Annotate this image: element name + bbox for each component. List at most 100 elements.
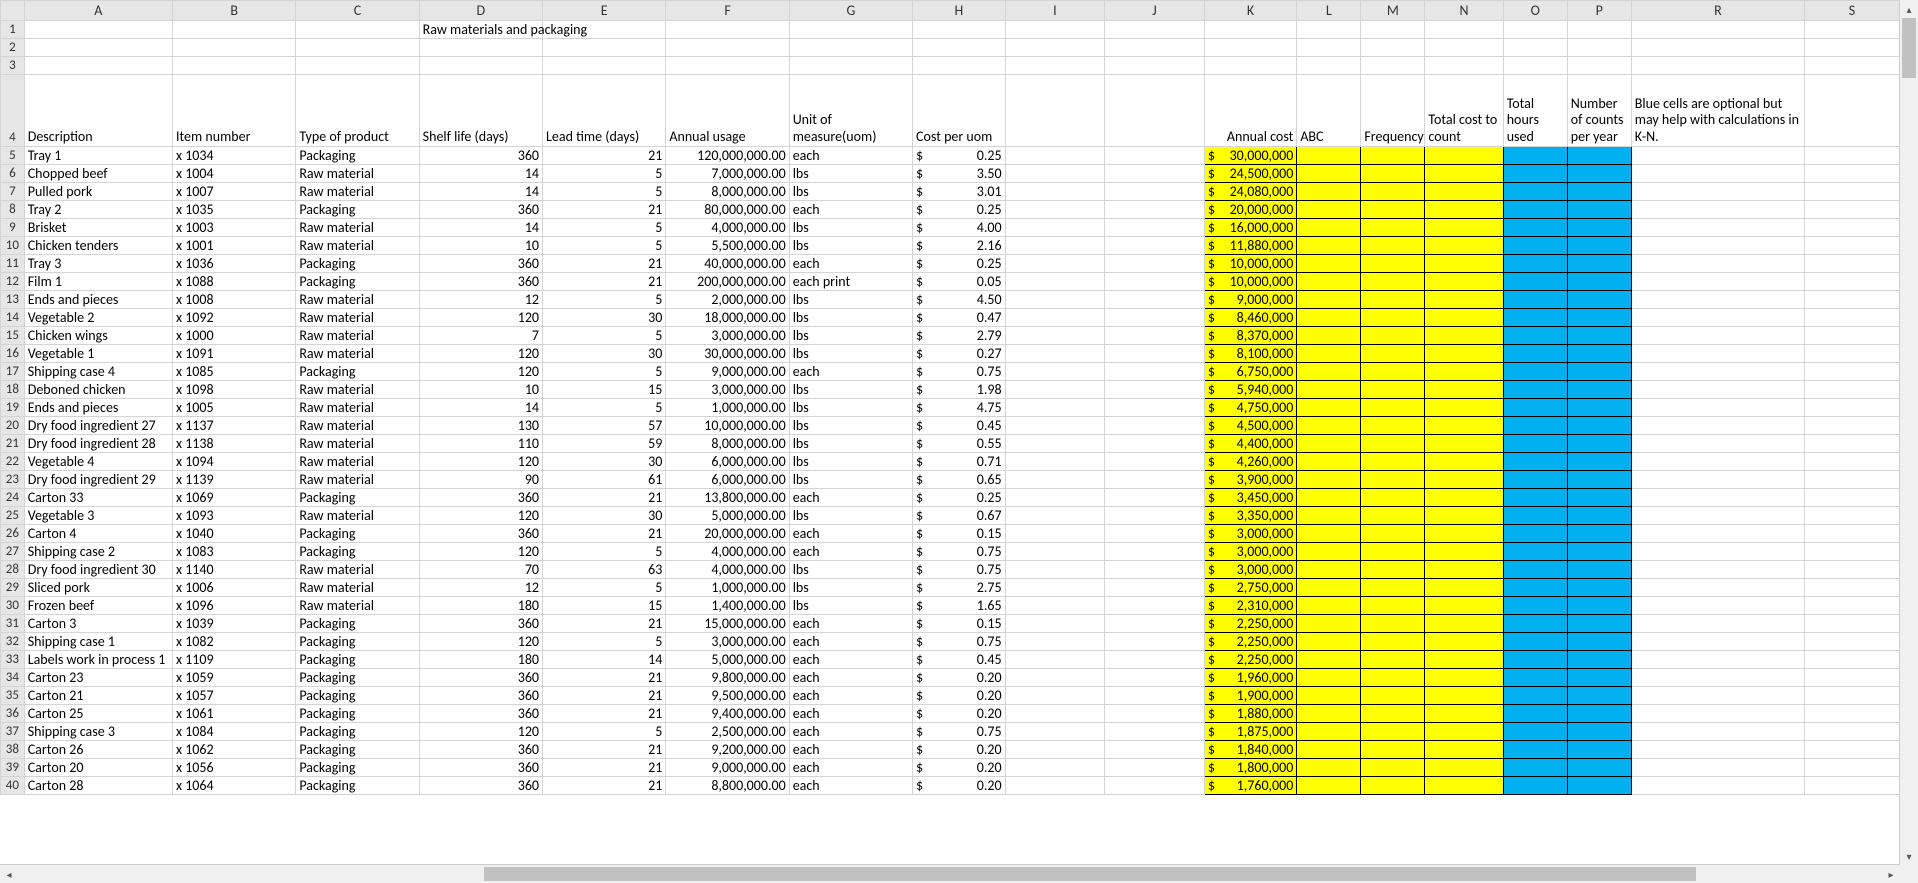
cell-abc[interactable] xyxy=(1297,237,1361,255)
cell-item-number[interactable]: x 1034 xyxy=(172,147,295,165)
cell-description[interactable]: Pulled pork xyxy=(24,183,172,201)
cell-abc[interactable] xyxy=(1297,219,1361,237)
cell-type[interactable]: Packaging xyxy=(296,147,419,165)
cell-item-number[interactable]: x 1007 xyxy=(172,183,295,201)
cell-J[interactable] xyxy=(1105,237,1205,255)
cell-lead-time[interactable]: 21 xyxy=(543,741,666,759)
cell[interactable] xyxy=(24,57,172,75)
cell-I[interactable] xyxy=(1005,399,1105,417)
cell-I[interactable] xyxy=(1005,759,1105,777)
cell-total-hours-used[interactable] xyxy=(1503,507,1567,525)
cell-annual-cost[interactable]: $4,400,000 xyxy=(1204,435,1297,453)
column-header-R[interactable]: R xyxy=(1631,1,1804,21)
cell-lead-time[interactable]: 21 xyxy=(543,201,666,219)
cell[interactable] xyxy=(913,39,1006,57)
cell-I[interactable] xyxy=(1005,597,1105,615)
cell-total-cost-to-count[interactable] xyxy=(1425,147,1503,165)
cell-lead-time[interactable]: 5 xyxy=(543,165,666,183)
cell-type[interactable]: Raw material xyxy=(296,507,419,525)
cell-S[interactable] xyxy=(1804,687,1899,705)
cell-cost-per-uom[interactable]: $3.01 xyxy=(913,183,1006,201)
cell-shelf-life[interactable]: 120 xyxy=(419,363,542,381)
cell-uom[interactable]: lbs xyxy=(789,579,912,597)
cell-R[interactable] xyxy=(1631,759,1804,777)
cell-S[interactable] xyxy=(1804,255,1899,273)
cell-counts-per-year[interactable] xyxy=(1567,471,1631,489)
cell-I[interactable] xyxy=(1005,453,1105,471)
cell-J[interactable] xyxy=(1105,147,1205,165)
cell-S[interactable] xyxy=(1804,669,1899,687)
cell-type[interactable]: Packaging xyxy=(296,273,419,291)
cell-annual-usage[interactable]: 3,000,000.00 xyxy=(666,633,789,651)
cell-total-cost-to-count[interactable] xyxy=(1425,777,1503,795)
cell-total-hours-used[interactable] xyxy=(1503,741,1567,759)
cell-uom[interactable]: each xyxy=(789,615,912,633)
cell-J[interactable] xyxy=(1105,417,1205,435)
cell-J[interactable] xyxy=(1105,255,1205,273)
cell-annual-usage[interactable]: 200,000,000.00 xyxy=(666,273,789,291)
cell-cost-per-uom[interactable]: $0.71 xyxy=(913,453,1006,471)
cell-total-hours-used[interactable] xyxy=(1503,183,1567,201)
column-header-K[interactable]: K xyxy=(1204,1,1297,21)
cell-lead-time[interactable]: 5 xyxy=(543,579,666,597)
cell-item-number[interactable]: x 1039 xyxy=(172,615,295,633)
cell-R[interactable] xyxy=(1631,777,1804,795)
cell-item-number[interactable]: x 1036 xyxy=(172,255,295,273)
cell-frequency[interactable] xyxy=(1361,165,1425,183)
cell-S[interactable] xyxy=(1804,723,1899,741)
cell-description[interactable]: Carton 3 xyxy=(24,615,172,633)
cell-uom[interactable]: each xyxy=(789,201,912,219)
cell-R[interactable] xyxy=(1631,705,1804,723)
cell-lead-time[interactable]: 21 xyxy=(543,147,666,165)
cell-uom[interactable]: each print xyxy=(789,273,912,291)
cell-S[interactable] xyxy=(1804,381,1899,399)
cell-shelf-life[interactable]: 360 xyxy=(419,255,542,273)
cell-annual-usage[interactable]: 9,400,000.00 xyxy=(666,705,789,723)
cell-annual-usage[interactable]: 40,000,000.00 xyxy=(666,255,789,273)
cell-description[interactable]: Deboned chicken xyxy=(24,381,172,399)
cell-frequency[interactable] xyxy=(1361,309,1425,327)
cell[interactable] xyxy=(1005,39,1105,57)
cell[interactable] xyxy=(1361,39,1425,57)
column-header-J[interactable]: J xyxy=(1105,1,1205,21)
cell-counts-per-year[interactable] xyxy=(1567,381,1631,399)
cell-total-hours-used[interactable] xyxy=(1503,255,1567,273)
cell-frequency[interactable] xyxy=(1361,147,1425,165)
cell-description[interactable]: Carton 25 xyxy=(24,705,172,723)
cell-counts-per-year[interactable] xyxy=(1567,165,1631,183)
cell-S[interactable] xyxy=(1804,633,1899,651)
cell-counts-per-year[interactable] xyxy=(1567,237,1631,255)
cell-annual-cost[interactable]: $3,900,000 xyxy=(1204,471,1297,489)
cell-I[interactable] xyxy=(1005,165,1105,183)
cell-R[interactable] xyxy=(1631,669,1804,687)
cell-I[interactable] xyxy=(1005,723,1105,741)
cell-item-number[interactable]: x 1001 xyxy=(172,237,295,255)
cell-counts-per-year[interactable] xyxy=(1567,255,1631,273)
cell-I[interactable] xyxy=(1005,705,1105,723)
cell-description[interactable]: Shipping case 3 xyxy=(24,723,172,741)
cell-lead-time[interactable]: 21 xyxy=(543,615,666,633)
cell-abc[interactable] xyxy=(1297,255,1361,273)
column-header-S[interactable]: S xyxy=(1804,1,1899,21)
cell-lead-time[interactable]: 21 xyxy=(543,705,666,723)
cell-R[interactable] xyxy=(1631,309,1804,327)
cell[interactable] xyxy=(1804,57,1899,75)
cell-R[interactable] xyxy=(1631,723,1804,741)
cell-S[interactable] xyxy=(1804,309,1899,327)
row-header-40[interactable]: 40 xyxy=(1,777,25,795)
cell-cost-per-uom[interactable]: $0.05 xyxy=(913,273,1006,291)
cell-shelf-life[interactable]: 360 xyxy=(419,147,542,165)
cell-cost-per-uom[interactable]: $0.45 xyxy=(913,417,1006,435)
cell-annual-usage[interactable]: 3,000,000.00 xyxy=(666,381,789,399)
cell-total-cost-to-count[interactable] xyxy=(1425,597,1503,615)
cell-cost-per-uom[interactable]: $0.15 xyxy=(913,525,1006,543)
cell-frequency[interactable] xyxy=(1361,417,1425,435)
cell-R[interactable] xyxy=(1631,453,1804,471)
cell-description[interactable]: Carton 4 xyxy=(24,525,172,543)
cell-frequency[interactable] xyxy=(1361,525,1425,543)
cell-uom[interactable]: each xyxy=(789,705,912,723)
cell-shelf-life[interactable]: 360 xyxy=(419,669,542,687)
cell-I[interactable] xyxy=(1005,651,1105,669)
cell-description[interactable]: Shipping case 2 xyxy=(24,543,172,561)
cell-total-hours-used[interactable] xyxy=(1503,309,1567,327)
